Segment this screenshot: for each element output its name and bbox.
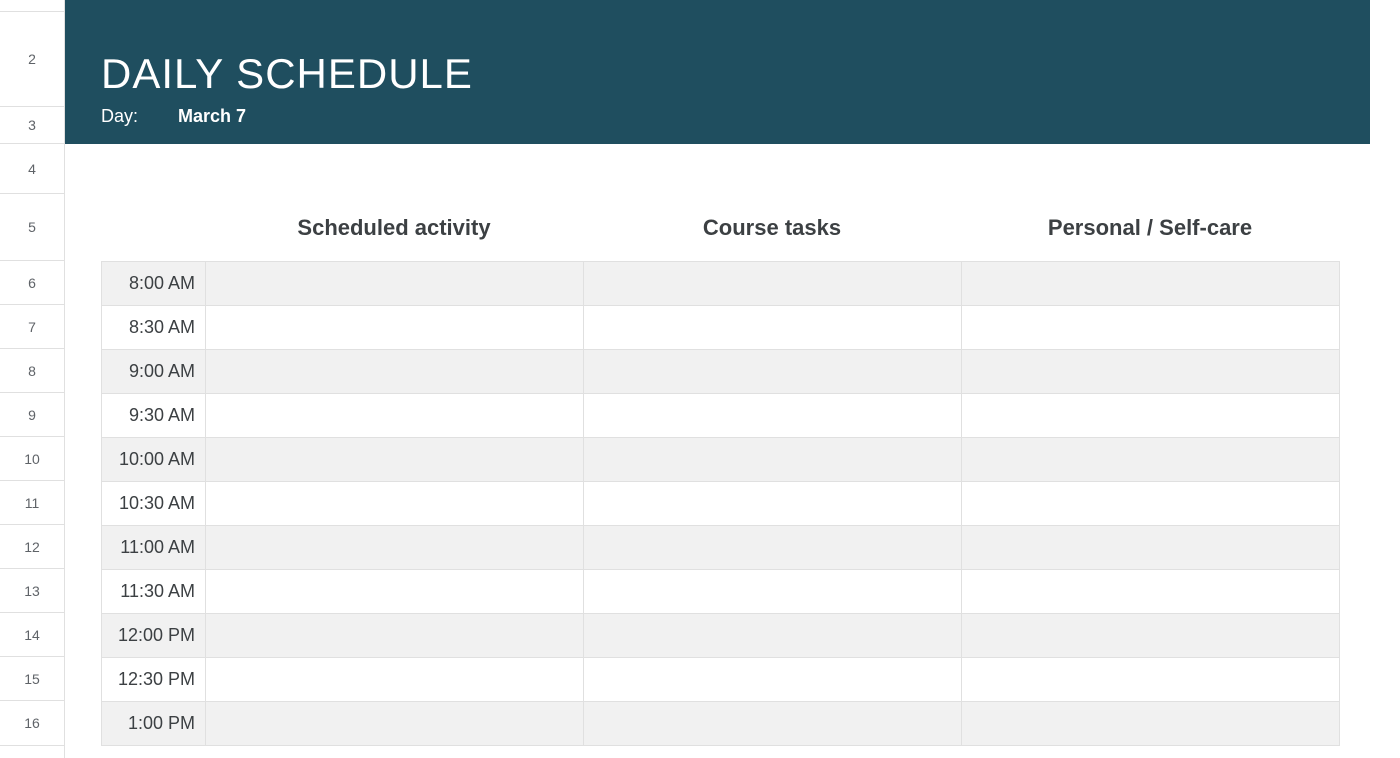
activity-cell[interactable] bbox=[206, 614, 584, 658]
tasks-cell[interactable] bbox=[584, 526, 962, 570]
time-cell[interactable]: 9:00 AM bbox=[102, 350, 206, 394]
row-header[interactable]: 13 bbox=[0, 569, 64, 613]
schedule-row: 9:00 AM bbox=[102, 350, 1340, 394]
activity-cell[interactable] bbox=[206, 262, 584, 306]
column-headers: Scheduled activity Course tasks Personal… bbox=[65, 194, 1400, 261]
time-cell[interactable]: 10:00 AM bbox=[102, 438, 206, 482]
schedule-row: 10:00 AM bbox=[102, 438, 1340, 482]
tasks-cell[interactable] bbox=[584, 658, 962, 702]
personal-cell[interactable] bbox=[962, 262, 1340, 306]
activity-cell[interactable] bbox=[206, 526, 584, 570]
day-label: Day: bbox=[101, 106, 138, 127]
schedule-row: 10:30 AM bbox=[102, 482, 1340, 526]
column-header-personal[interactable]: Personal / Self-care bbox=[961, 215, 1339, 241]
tasks-cell[interactable] bbox=[584, 262, 962, 306]
activity-cell[interactable] bbox=[206, 306, 584, 350]
spacer-row[interactable] bbox=[65, 144, 1400, 194]
tasks-cell[interactable] bbox=[584, 614, 962, 658]
personal-cell[interactable] bbox=[962, 526, 1340, 570]
personal-cell[interactable] bbox=[962, 658, 1340, 702]
time-cell[interactable]: 8:30 AM bbox=[102, 306, 206, 350]
spreadsheet-content: DAILY SCHEDULE Day: March 7 Scheduled ac… bbox=[65, 0, 1400, 758]
row-number-gutter: 2 3 4 5 6 7 8 9 10 11 12 13 14 15 16 bbox=[0, 0, 65, 758]
schedule-row: 12:30 PM bbox=[102, 658, 1340, 702]
schedule-row: 11:30 AM bbox=[102, 570, 1340, 614]
activity-cell[interactable] bbox=[206, 570, 584, 614]
activity-cell[interactable] bbox=[206, 438, 584, 482]
time-cell[interactable]: 12:30 PM bbox=[102, 658, 206, 702]
row-header[interactable]: 14 bbox=[0, 613, 64, 657]
tasks-cell[interactable] bbox=[584, 306, 962, 350]
schedule-row: 12:00 PM bbox=[102, 614, 1340, 658]
day-row: Day: March 7 bbox=[101, 106, 1400, 127]
tasks-cell[interactable] bbox=[584, 702, 962, 746]
personal-cell[interactable] bbox=[962, 438, 1340, 482]
schedule-row: 9:30 AM bbox=[102, 394, 1340, 438]
time-cell[interactable]: 9:30 AM bbox=[102, 394, 206, 438]
personal-cell[interactable] bbox=[962, 350, 1340, 394]
tasks-cell[interactable] bbox=[584, 350, 962, 394]
column-header-tasks[interactable]: Course tasks bbox=[583, 215, 961, 241]
time-cell[interactable]: 8:00 AM bbox=[102, 262, 206, 306]
activity-cell[interactable] bbox=[206, 350, 584, 394]
tasks-cell[interactable] bbox=[584, 482, 962, 526]
row-header[interactable]: 2 bbox=[0, 12, 64, 107]
personal-cell[interactable] bbox=[962, 482, 1340, 526]
tasks-cell[interactable] bbox=[584, 394, 962, 438]
personal-cell[interactable] bbox=[962, 702, 1340, 746]
row-header[interactable]: 11 bbox=[0, 481, 64, 525]
activity-cell[interactable] bbox=[206, 702, 584, 746]
personal-cell[interactable] bbox=[962, 614, 1340, 658]
row-header[interactable]: 9 bbox=[0, 393, 64, 437]
time-cell[interactable]: 10:30 AM bbox=[102, 482, 206, 526]
schedule-row: 1:00 PM bbox=[102, 702, 1340, 746]
activity-cell[interactable] bbox=[206, 394, 584, 438]
row-header[interactable]: 16 bbox=[0, 701, 64, 746]
tasks-cell[interactable] bbox=[584, 570, 962, 614]
row-header[interactable]: 5 bbox=[0, 194, 64, 261]
activity-cell[interactable] bbox=[206, 482, 584, 526]
row-header[interactable]: 7 bbox=[0, 305, 64, 349]
time-cell[interactable]: 12:00 PM bbox=[102, 614, 206, 658]
row-header[interactable]: 15 bbox=[0, 657, 64, 701]
schedule-row: 8:30 AM bbox=[102, 306, 1340, 350]
row-header[interactable]: 10 bbox=[0, 437, 64, 481]
row-header[interactable]: 3 bbox=[0, 107, 64, 144]
right-margin bbox=[1370, 0, 1400, 758]
tasks-cell[interactable] bbox=[584, 438, 962, 482]
column-header-activity[interactable]: Scheduled activity bbox=[205, 215, 583, 241]
row-header[interactable]: 8 bbox=[0, 349, 64, 393]
time-cell[interactable]: 1:00 PM bbox=[102, 702, 206, 746]
schedule-row: 11:00 AM bbox=[102, 526, 1340, 570]
time-cell[interactable]: 11:30 AM bbox=[102, 570, 206, 614]
header-banner: DAILY SCHEDULE Day: March 7 bbox=[65, 0, 1400, 144]
time-cell[interactable]: 11:00 AM bbox=[102, 526, 206, 570]
schedule-table: 8:00 AM8:30 AM9:00 AM9:30 AM10:00 AM10:3… bbox=[101, 261, 1340, 746]
personal-cell[interactable] bbox=[962, 306, 1340, 350]
activity-cell[interactable] bbox=[206, 658, 584, 702]
row-header-partial[interactable] bbox=[0, 0, 64, 12]
page-title: DAILY SCHEDULE bbox=[101, 50, 1400, 98]
schedule-row: 8:00 AM bbox=[102, 262, 1340, 306]
row-header[interactable]: 6 bbox=[0, 261, 64, 305]
personal-cell[interactable] bbox=[962, 570, 1340, 614]
row-header[interactable]: 4 bbox=[0, 144, 64, 194]
personal-cell[interactable] bbox=[962, 394, 1340, 438]
day-value[interactable]: March 7 bbox=[178, 106, 246, 127]
row-header[interactable]: 12 bbox=[0, 525, 64, 569]
